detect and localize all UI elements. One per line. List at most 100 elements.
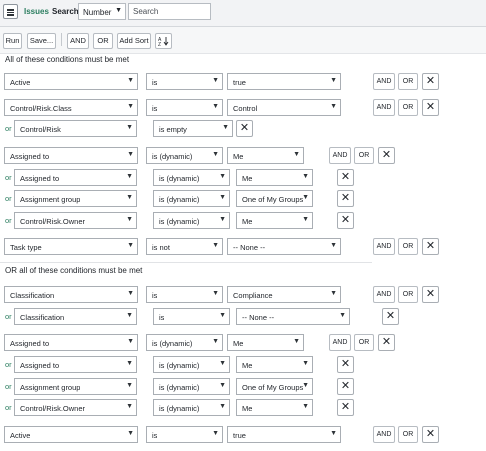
or-button[interactable]: OR [354,334,374,351]
operator-select[interactable]: is empty ▼ [153,120,233,137]
or-button[interactable]: OR [398,238,418,255]
chevron-down-icon: ▼ [127,290,134,297]
value-select[interactable]: -- None -- ▼ [227,238,341,255]
hamburger-icon[interactable] [3,4,18,19]
and-button[interactable]: AND [373,426,395,443]
field-select[interactable]: Control/Risk.Owner ▼ [14,212,137,229]
close-icon[interactable]: ✕ [337,169,354,186]
value-select[interactable]: Control ▼ [227,99,341,116]
close-icon[interactable]: ✕ [337,190,354,207]
field-select[interactable]: Assignment group ▼ [14,190,137,207]
or-button[interactable]: OR [93,33,113,49]
value-text: Control [233,104,258,113]
value-select[interactable]: Compliance ▼ [227,286,341,303]
close-icon[interactable]: ✕ [378,334,395,351]
group-title: All of these conditions must be met [5,55,130,64]
operator-select[interactable]: is (dynamic) ▼ [153,212,230,229]
close-icon[interactable]: ✕ [382,308,399,325]
operator-select[interactable]: is ▼ [146,99,223,116]
value-select[interactable]: true ▼ [227,73,341,90]
operator-value: is [152,78,158,87]
operator-select[interactable]: is ▼ [153,308,230,325]
field-select[interactable]: Assigned to ▼ [14,169,137,186]
or-button[interactable]: OR [398,426,418,443]
and-button[interactable]: AND [67,33,89,49]
chevron-down-icon: ▼ [126,173,133,180]
field-select[interactable]: Classification ▼ [14,308,137,325]
value-select[interactable]: Me ▼ [236,169,313,186]
close-icon[interactable]: ✕ [422,426,439,443]
chevron-down-icon: ▼ [219,216,226,223]
close-icon[interactable]: ✕ [337,356,354,373]
operator-select[interactable]: is (dynamic) ▼ [153,190,230,207]
value-select[interactable]: true ▼ [227,426,341,443]
value-select[interactable]: Me ▼ [227,147,304,164]
close-icon[interactable]: ✕ [378,147,395,164]
value-select[interactable]: One of My Groups ▼ [236,190,313,207]
operator-select[interactable]: is (dynamic) ▼ [146,147,223,164]
operator-select[interactable]: is not ▼ [146,238,223,255]
field-select[interactable]: Task type ▼ [4,238,138,255]
sort-az-icon[interactable]: A Z [155,33,172,49]
value-select[interactable]: One of My Groups ▼ [236,378,313,395]
search-field-select[interactable]: Number ▼ [78,3,126,20]
close-icon[interactable]: ✕ [422,286,439,303]
list-title[interactable]: Issues [24,7,49,16]
field-value: Assigned to [20,174,60,183]
close-icon[interactable]: ✕ [236,120,253,137]
operator-select[interactable]: is (dynamic) ▼ [146,334,223,351]
search-label: Search [52,7,79,16]
value-select[interactable]: Me ▼ [227,334,304,351]
chevron-down-icon: ▼ [219,382,226,389]
value-select[interactable]: Me ▼ [236,399,313,416]
save-button[interactable]: Save... [27,33,56,49]
value-select[interactable]: -- None -- ▼ [236,308,350,325]
add-sort-button[interactable]: Add Sort [117,33,151,49]
field-select[interactable]: Control/Risk ▼ [14,120,137,137]
and-button[interactable]: AND [373,238,395,255]
operator-select[interactable]: is (dynamic) ▼ [153,399,230,416]
operator-select[interactable]: is ▼ [146,73,223,90]
value-select[interactable]: Me ▼ [236,356,313,373]
search-input[interactable] [128,3,211,20]
operator-select[interactable]: is (dynamic) ▼ [153,356,230,373]
and-button[interactable]: AND [329,334,351,351]
operator-select[interactable]: is ▼ [146,286,223,303]
field-select[interactable]: Assigned to ▼ [4,147,138,164]
field-select[interactable]: Classification ▼ [4,286,138,303]
operator-value: is not [152,243,170,252]
operator-select[interactable]: is (dynamic) ▼ [153,378,230,395]
close-icon[interactable]: ✕ [337,212,354,229]
and-button[interactable]: AND [329,147,351,164]
field-select[interactable]: Active ▼ [4,73,138,90]
operator-select[interactable]: is (dynamic) ▼ [153,169,230,186]
and-button[interactable]: AND [373,73,395,90]
value-text: Me [242,174,253,183]
or-button[interactable]: OR [398,73,418,90]
field-select[interactable]: Assigned to ▼ [14,356,137,373]
field-select[interactable]: Control/Risk.Class ▼ [4,99,138,116]
and-button[interactable]: AND [373,99,395,116]
field-select[interactable]: Control/Risk.Owner ▼ [14,399,137,416]
value-select[interactable]: Me ▼ [236,212,313,229]
close-icon[interactable]: ✕ [337,378,354,395]
field-select[interactable]: Assignment group ▼ [14,378,137,395]
operator-select[interactable]: is ▼ [146,426,223,443]
and-button[interactable]: AND [373,286,395,303]
or-button[interactable]: OR [354,147,374,164]
close-icon[interactable]: ✕ [422,99,439,116]
close-icon[interactable]: ✕ [422,238,439,255]
field-select[interactable]: Assigned to ▼ [4,334,138,351]
field-select[interactable]: Active ▼ [4,426,138,443]
close-icon[interactable]: ✕ [337,399,354,416]
condition-row: Assigned to ▼ is (dynamic) ▼ Me ▼ AND OR ✕ [0,146,486,166]
condition-row: or Classification ▼ is ▼ -- None -- ▼ ✕ [0,307,486,327]
run-button[interactable]: Run [3,33,22,49]
or-button[interactable]: OR [398,286,418,303]
close-icon[interactable]: ✕ [422,73,439,90]
chevron-down-icon: ▼ [330,242,337,249]
field-value: Assignment group [20,383,81,392]
or-button[interactable]: OR [398,99,418,116]
chevron-down-icon: ▼ [330,290,337,297]
field-value: Assigned to [20,361,60,370]
